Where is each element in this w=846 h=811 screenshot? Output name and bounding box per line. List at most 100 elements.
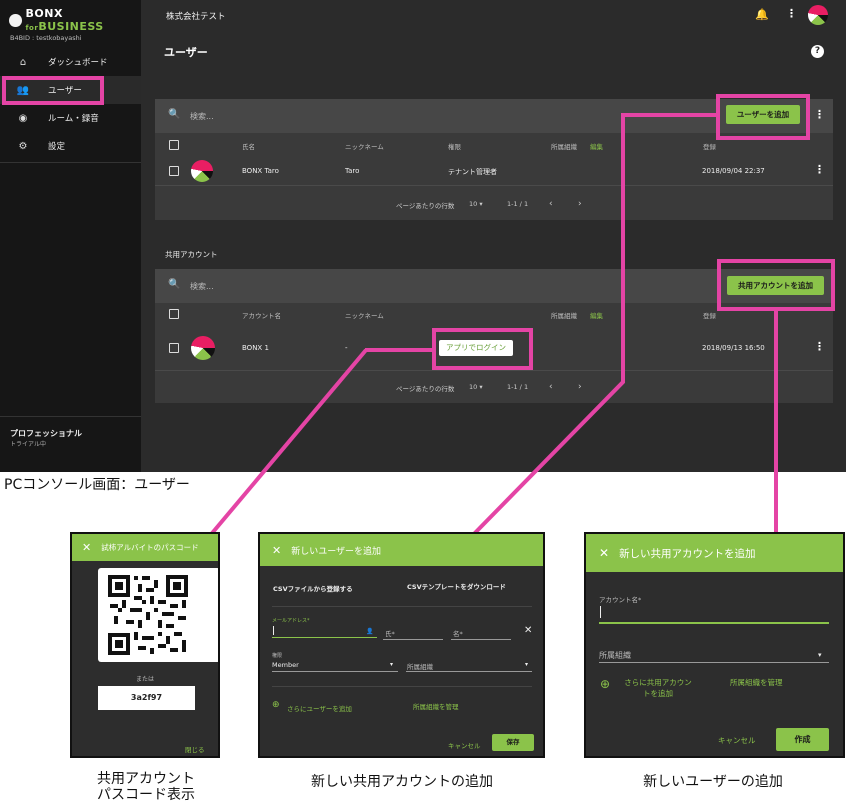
last-name-field[interactable]	[383, 639, 443, 640]
logo-business: BUSINESS	[38, 20, 104, 33]
add-user-dialog: ✕ 新しいユーザーを追加 CSVファイルから登録する CSVテンプレートをダウン…	[258, 532, 545, 758]
role-select[interactable]	[272, 671, 398, 672]
select-all-checkbox[interactable]	[169, 309, 179, 319]
row-menu-icon[interactable]: ⋮	[814, 163, 825, 176]
row-checkbox[interactable]	[169, 343, 179, 353]
org-select[interactable]	[406, 671, 532, 672]
role-value: Member	[272, 661, 299, 669]
manage-org-link[interactable]: 所属組織を管理	[730, 677, 783, 688]
first-name-field[interactable]	[451, 639, 511, 640]
highlight-users-nav	[2, 76, 104, 105]
shared-search-input[interactable]: 検索...	[190, 281, 214, 292]
caption-passcode: 共用アカウント パスコード表示	[58, 771, 234, 803]
sidebar-item-settings[interactable]: ⚙ 設定	[0, 132, 141, 160]
dialog-title: 新しいユーザーを追加	[291, 546, 382, 557]
account-name-label: アカウント名*	[599, 596, 642, 604]
dropdown-arrow-icon: ▾	[479, 383, 483, 391]
account-name-field[interactable]	[599, 622, 829, 624]
add-circle-icon[interactable]: ⊕	[600, 677, 610, 691]
save-button[interactable]: 保存	[492, 734, 534, 751]
rows-per-page-select[interactable]: 10 ▾	[469, 383, 483, 391]
search-icon: 🔍	[168, 279, 181, 290]
search-icon: 🔍	[168, 109, 181, 120]
caption-passcode-line-1: 共用アカウント	[97, 771, 195, 787]
sidebar-item-label: ルーム・録音	[48, 114, 99, 124]
highlight-app-login	[432, 328, 533, 370]
close-icon[interactable]: ✕	[599, 546, 609, 560]
cancel-button[interactable]: キャンセル	[718, 735, 756, 746]
prev-page-icon[interactable]: ‹	[549, 382, 553, 392]
remove-row-icon[interactable]: ✕	[524, 625, 532, 636]
row-menu-icon[interactable]: ⋮	[814, 340, 825, 353]
add-more-shared-link[interactable]: さらに共用アカウン トを追加	[621, 677, 695, 699]
shared-account-registered: 2018/09/13 16:50	[702, 344, 765, 352]
more-vert-icon[interactable]: ⋮	[786, 7, 797, 20]
user-registered: 2018/09/04 22:37	[702, 167, 765, 175]
avatar	[191, 336, 215, 360]
dropdown-arrow-icon: ▾	[390, 661, 394, 668]
sidebar-divider	[0, 162, 141, 163]
sidebar-item-rooms[interactable]: ◉ ルーム・録音	[0, 104, 141, 132]
passcode-value: 3a2f97	[98, 686, 195, 710]
divider	[272, 686, 532, 687]
user-name: BONX Taro	[242, 167, 279, 175]
brand-logo[interactable]: BONX forBUSINESS	[9, 7, 141, 33]
sidebar-divider	[0, 416, 141, 417]
highlight-add-user	[716, 94, 810, 140]
email-label: メールアドレス*	[272, 618, 310, 624]
next-page-icon[interactable]: ›	[578, 382, 582, 392]
prev-page-icon[interactable]: ‹	[549, 199, 553, 209]
email-field[interactable]	[272, 637, 377, 638]
sidebar-item-dashboard[interactable]: ⌂ ダッシュボード	[0, 48, 141, 76]
page-range: 1-1 / 1	[507, 383, 529, 391]
rows-per-page-select[interactable]: 10 ▾	[469, 200, 483, 208]
dialog-title: 試柿アルバイトのパスコード	[101, 543, 199, 552]
more-vert-icon[interactable]: ⋮	[814, 108, 825, 121]
qr-code-image	[108, 575, 188, 655]
users-search-input[interactable]: 検索...	[190, 111, 214, 122]
gear-icon: ⚙	[18, 140, 28, 152]
avatar	[191, 160, 213, 182]
logo-for: for	[25, 24, 39, 32]
col-header-edit[interactable]: 編集	[590, 141, 603, 151]
csv-download-link[interactable]: CSVテンプレートをダウンロード	[407, 581, 506, 591]
add-shared-account-dialog: ✕ 新しい共用アカウントを追加 アカウント名* 所属組織 ▾ ⊕ さらに共用アカ…	[584, 532, 845, 758]
last-name-label: 氏*	[385, 630, 395, 638]
dropdown-arrow-icon: ▾	[525, 661, 529, 668]
or-label: または	[136, 676, 155, 683]
bid-label: B4BID : testkobayashi	[10, 34, 82, 42]
create-button[interactable]: 作成	[776, 728, 829, 751]
plan-status: トライアル中	[10, 441, 46, 448]
avatar[interactable]	[808, 5, 828, 25]
add-more-line-2: トを追加	[643, 689, 673, 698]
divider	[272, 606, 532, 607]
manage-org-link[interactable]: 所属組織を管理	[413, 701, 459, 711]
dropdown-arrow-icon: ▾	[479, 200, 483, 208]
sidebar: BONX forBUSINESS B4BID : testkobayashi ⌂…	[0, 0, 141, 472]
user-nickname: Taro	[345, 167, 360, 175]
col-header-registered: 登録	[703, 312, 716, 320]
close-icon[interactable]: ✕	[82, 541, 91, 554]
highlight-add-shared	[717, 259, 835, 311]
logo-main: BONX	[25, 7, 63, 20]
home-icon: ⌂	[19, 56, 27, 68]
row-checkbox[interactable]	[169, 166, 179, 176]
next-page-icon[interactable]: ›	[578, 199, 582, 209]
close-button[interactable]: 閉じる	[185, 744, 205, 754]
add-more-users-link[interactable]: さらにユーザーを追加	[287, 703, 352, 713]
cancel-button[interactable]: キャンセル	[448, 740, 481, 750]
select-all-checkbox[interactable]	[169, 140, 179, 150]
dropdown-arrow-icon: ▾	[818, 651, 822, 659]
user-role: テナント管理者	[448, 168, 497, 176]
row-divider	[155, 370, 833, 371]
caption-add-shared: 新しい共用アカウントの追加	[311, 774, 493, 790]
help-icon[interactable]: ?	[811, 45, 824, 58]
caption-add-user: 新しいユーザーの追加	[643, 774, 783, 790]
dialog-header: ✕ 新しいユーザーを追加	[260, 534, 543, 566]
add-circle-icon[interactable]: ⊕	[272, 700, 280, 710]
org-select[interactable]	[599, 662, 829, 663]
csv-register-link[interactable]: CSVファイルから登録する	[273, 583, 353, 593]
bell-icon[interactable]: 🔔	[755, 8, 769, 21]
col-header-edit[interactable]: 編集	[590, 310, 603, 320]
close-icon[interactable]: ✕	[272, 544, 281, 557]
